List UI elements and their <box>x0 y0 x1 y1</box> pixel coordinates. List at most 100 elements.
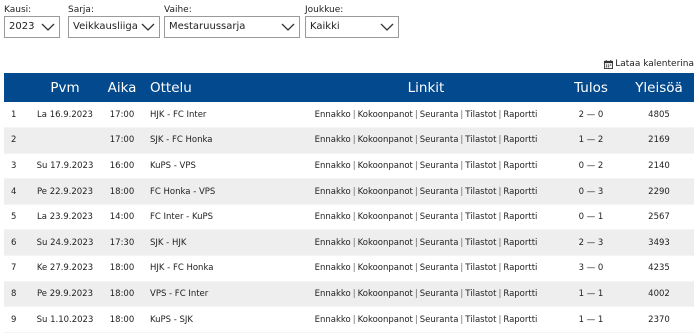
match-date: Su 24.9.2023 <box>36 229 94 257</box>
col-header-result[interactable]: Tulos <box>558 73 624 102</box>
report-link[interactable]: Raportti <box>503 110 537 120</box>
lineups-link[interactable]: Kokoonpanot <box>358 110 413 120</box>
preview-link[interactable]: Ennakko <box>315 289 351 299</box>
stats-link[interactable]: Tilastot <box>465 161 496 171</box>
stage-select-value: Mestaruussarja <box>169 21 246 32</box>
col-header-time[interactable]: Aika <box>94 73 150 102</box>
lineups-link[interactable]: Kokoonpanot <box>358 315 413 325</box>
match-links: Ennakko | Kokoonpanot | Seuranta | Tilastot | Ra… <box>294 281 558 308</box>
match-teams[interactable]: KuPS - VPS <box>150 153 294 180</box>
live-link[interactable]: Seuranta <box>420 161 459 171</box>
stats-link[interactable]: Tilastot <box>465 212 496 222</box>
live-link[interactable]: Seuranta <box>420 212 459 222</box>
col-header-date[interactable]: Pvm <box>36 73 94 102</box>
match-attendance: 3493 <box>624 229 694 257</box>
match-attendance: 4235 <box>624 255 694 282</box>
col-header-number <box>4 73 36 102</box>
match-links: Ennakko | Kokoonpanot | Seuranta | Tilastot | Ra… <box>294 153 558 180</box>
preview-link[interactable]: Ennakko <box>315 161 351 171</box>
link-separator: | <box>352 135 356 146</box>
live-link[interactable]: Seuranta <box>420 289 459 299</box>
season-select-value: 2023 <box>9 21 35 32</box>
match-result[interactable]: 0 — 1 <box>558 204 624 231</box>
match-attendance: 2567 <box>624 204 694 231</box>
match-teams[interactable]: SJK - FC Honka <box>150 127 294 154</box>
lineups-link[interactable]: Kokoonpanot <box>358 263 413 273</box>
match-teams[interactable]: VPS - FC Inter <box>150 281 294 308</box>
series-select[interactable]: Veikkausliiga <box>68 16 160 38</box>
match-teams[interactable]: FC Inter - KuPS <box>150 204 294 231</box>
live-link[interactable]: Seuranta <box>420 238 459 248</box>
stats-link[interactable]: Tilastot <box>465 315 496 325</box>
match-time: 14:00 <box>94 204 150 231</box>
match-result[interactable]: 0 — 2 <box>558 153 624 180</box>
match-result[interactable]: 1 — 2 <box>558 127 624 154</box>
live-link[interactable]: Seuranta <box>420 110 459 120</box>
stats-link[interactable]: Tilastot <box>465 263 496 273</box>
report-link[interactable]: Raportti <box>503 187 537 197</box>
lineups-link[interactable]: Kokoonpanot <box>358 187 413 197</box>
live-link[interactable]: Seuranta <box>420 315 459 325</box>
match-result[interactable]: 2 — 3 <box>558 229 624 257</box>
match-result[interactable]: 3 — 0 <box>558 255 624 282</box>
live-link[interactable]: Seuranta <box>420 187 459 197</box>
match-result[interactable]: 1 — 1 <box>558 281 624 308</box>
link-separator: | <box>414 186 418 197</box>
stats-link[interactable]: Tilastot <box>465 135 496 145</box>
season-select[interactable]: 2023 <box>4 16 60 38</box>
stats-link[interactable]: Tilastot <box>465 187 496 197</box>
table-row: 9 Su 1.10.2023 18:00 KuPS - SJK Ennakko | Koko… <box>4 306 694 333</box>
match-number: 7 <box>4 255 36 282</box>
report-link[interactable]: Raportti <box>503 263 537 273</box>
live-link[interactable]: Seuranta <box>420 263 459 273</box>
preview-link[interactable]: Ennakko <box>315 212 351 222</box>
link-separator: | <box>352 109 356 120</box>
match-date: Ke 27.9.2023 <box>36 255 94 282</box>
preview-link[interactable]: Ennakko <box>315 315 351 325</box>
team-select[interactable]: Kaikki <box>305 16 399 38</box>
download-calendar-label: Lataa kalenterina <box>615 59 694 69</box>
stage-select[interactable]: Mestaruussarja <box>164 16 300 38</box>
stats-link[interactable]: Tilastot <box>465 289 496 299</box>
table-row: 3 Su 17.9.2023 16:00 KuPS - VPS Ennakko | Koko… <box>4 153 694 180</box>
table-row: 8 Pe 29.9.2023 18:00 VPS - FC Inter Ennakko |… <box>4 281 694 308</box>
lineups-link[interactable]: Kokoonpanot <box>358 289 413 299</box>
match-teams[interactable]: HJK - FC Honka <box>150 255 294 282</box>
report-link[interactable]: Raportti <box>503 161 537 171</box>
report-link[interactable]: Raportti <box>503 238 537 248</box>
download-calendar-link[interactable]: Lataa kalenterina <box>604 59 694 69</box>
preview-link[interactable]: Ennakko <box>315 238 351 248</box>
match-teams[interactable]: FC Honka - VPS <box>150 178 294 205</box>
preview-link[interactable]: Ennakko <box>315 135 351 145</box>
chevron-down-icon <box>380 23 394 31</box>
link-separator: | <box>414 237 418 248</box>
match-attendance: 4002 <box>624 281 694 308</box>
stats-link[interactable]: Tilastot <box>465 110 496 120</box>
match-teams[interactable]: SJK - HJK <box>150 229 294 257</box>
match-result[interactable]: 0 — 3 <box>558 178 624 205</box>
lineups-link[interactable]: Kokoonpanot <box>358 238 413 248</box>
preview-link[interactable]: Ennakko <box>315 263 351 273</box>
col-header-match[interactable]: Ottelu <box>150 73 294 102</box>
lineups-link[interactable]: Kokoonpanot <box>358 161 413 171</box>
link-separator: | <box>352 263 356 274</box>
match-teams[interactable]: HJK - FC Inter <box>150 102 294 129</box>
match-links: Ennakko | Kokoonpanot | Seuranta | Tilastot | Ra… <box>294 102 558 129</box>
report-link[interactable]: Raportti <box>503 135 537 145</box>
match-number: 1 <box>4 102 36 129</box>
match-result[interactable]: 2 — 0 <box>558 102 624 129</box>
report-link[interactable]: Raportti <box>503 315 537 325</box>
col-header-attendance[interactable]: Yleisöä <box>624 73 694 102</box>
match-date: La 23.9.2023 <box>36 204 94 231</box>
lineups-link[interactable]: Kokoonpanot <box>358 212 413 222</box>
stats-link[interactable]: Tilastot <box>465 238 496 248</box>
match-result[interactable]: 1 — 1 <box>558 306 624 333</box>
report-link[interactable]: Raportti <box>503 212 537 222</box>
match-teams[interactable]: KuPS - SJK <box>150 306 294 333</box>
report-link[interactable]: Raportti <box>503 289 537 299</box>
lineups-link[interactable]: Kokoonpanot <box>358 135 413 145</box>
live-link[interactable]: Seuranta <box>420 135 459 145</box>
preview-link[interactable]: Ennakko <box>315 187 351 197</box>
preview-link[interactable]: Ennakko <box>315 110 351 120</box>
match-time: 18:00 <box>94 281 150 308</box>
